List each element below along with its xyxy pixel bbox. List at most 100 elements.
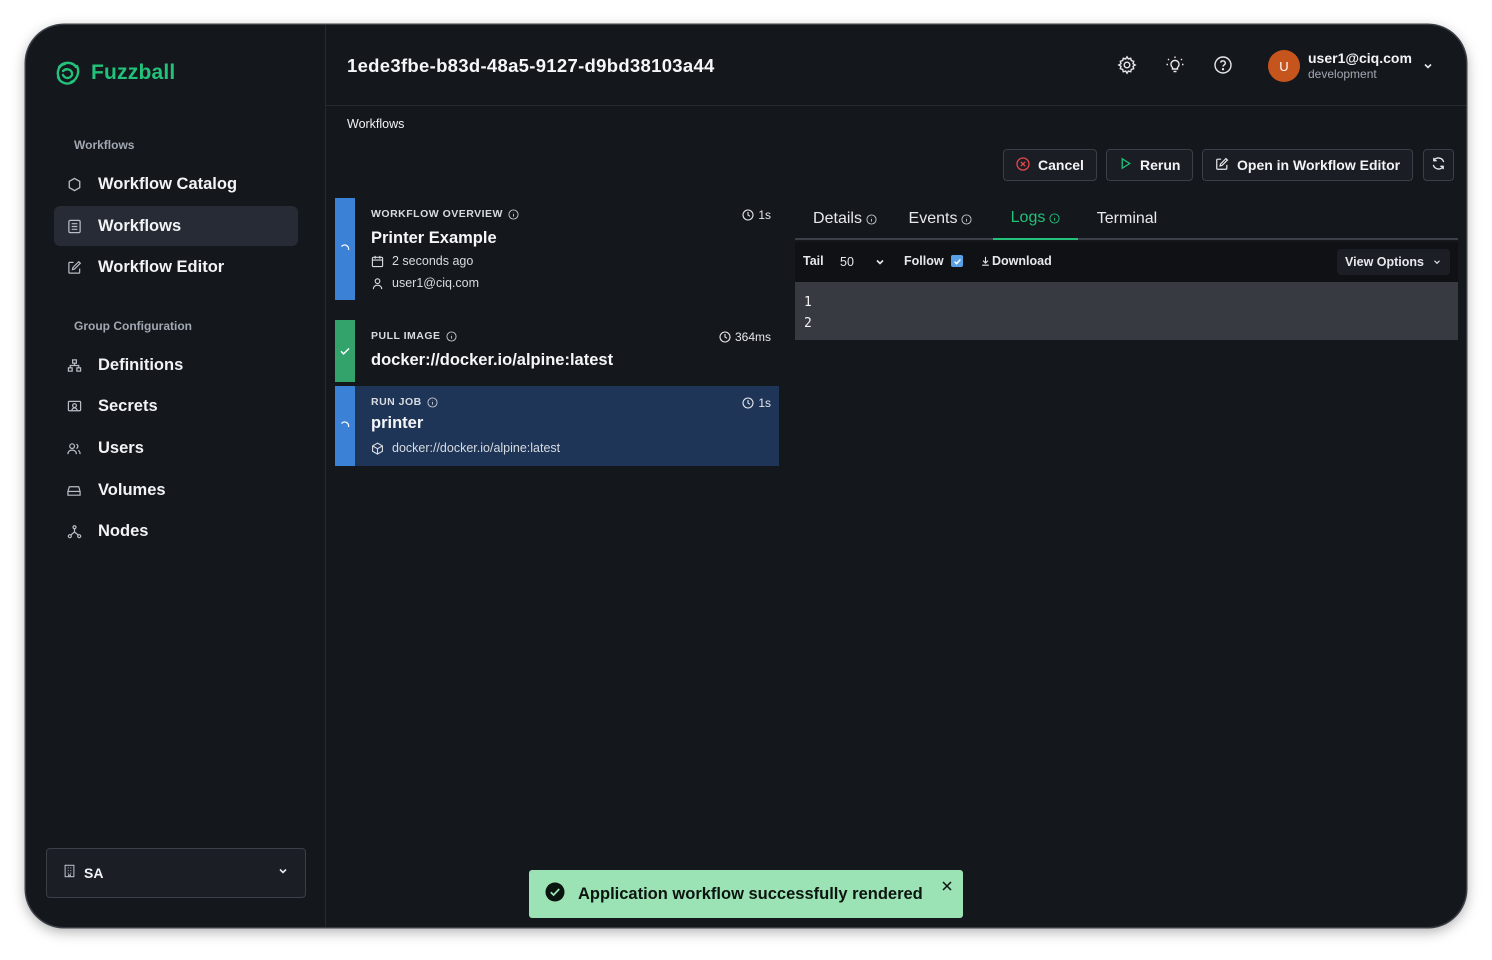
- step-image-text: docker://docker.io/alpine:latest: [392, 441, 561, 455]
- building-icon: [63, 864, 76, 883]
- sidebar: Fuzzball Workflows Workflow Catalog Work…: [26, 25, 326, 927]
- help-icon[interactable]: [1213, 55, 1233, 75]
- sidebar-item-secrets[interactable]: Secrets: [54, 386, 298, 426]
- status-bar-success: [335, 320, 355, 382]
- hexagon-icon: [66, 176, 82, 192]
- cancel-button[interactable]: Cancel: [1003, 149, 1097, 181]
- follow-label: Follow: [904, 254, 944, 268]
- step-title: printer: [371, 414, 424, 432]
- tail-select[interactable]: 50: [832, 249, 894, 275]
- chevron-down-icon: [277, 864, 289, 882]
- sidebar-item-workflows[interactable]: Workflows: [54, 206, 298, 246]
- sidebar-item-workflow-editor[interactable]: Workflow Editor: [54, 247, 298, 287]
- app-window: Fuzzball Workflows Workflow Catalog Work…: [26, 25, 1466, 927]
- top-header: 1ede3fbe-b83d-48a5-9127-d9bd38103a44 U u…: [326, 25, 1466, 106]
- tail-label: Tail: [803, 254, 824, 268]
- secret-icon: [66, 398, 82, 414]
- step-duration-text: 1s: [758, 208, 771, 222]
- check-icon: [340, 348, 350, 355]
- sidebar-item-workflow-catalog[interactable]: Workflow Catalog: [54, 164, 298, 204]
- clock-icon: [742, 209, 754, 221]
- sidebar-item-label: Users: [98, 438, 144, 457]
- spinner-icon: [340, 421, 350, 428]
- step-type-label: WORKFLOW OVERVIEW: [371, 208, 503, 220]
- step-card-run-job[interactable]: RUN JOB printer docker://docker.io/alpin…: [335, 386, 779, 466]
- step-title: docker://docker.io/alpine:latest: [371, 351, 614, 369]
- close-icon[interactable]: [941, 879, 953, 897]
- info-icon: [427, 396, 438, 408]
- sidebar-item-users[interactable]: Users: [54, 428, 298, 468]
- clock-icon: [742, 397, 754, 409]
- user-environment: development: [1308, 67, 1377, 81]
- user-icon: [372, 277, 383, 289]
- breadcrumb[interactable]: Workflows: [347, 117, 404, 131]
- app-logo[interactable]: Fuzzball: [53, 58, 175, 88]
- nav-heading-group-configuration: Group Configuration: [74, 319, 192, 333]
- sidebar-item-label: Definitions: [98, 355, 184, 374]
- package-icon: [372, 441, 383, 455]
- step-title: Printer Example: [371, 229, 497, 247]
- follow-checkbox[interactable]: [951, 255, 963, 267]
- refresh-icon: [1431, 156, 1446, 174]
- nodes-icon: [66, 523, 82, 539]
- drive-icon: [66, 482, 82, 498]
- log-output[interactable]: 1 2: [795, 282, 1458, 340]
- status-bar-running: [335, 386, 355, 466]
- sidebar-item-volumes[interactable]: Volumes: [54, 470, 298, 510]
- step-image: docker://docker.io/alpine:latest: [371, 441, 560, 455]
- step-type-label: PULL IMAGE: [371, 330, 441, 342]
- sidebar-item-definitions[interactable]: Definitions: [54, 345, 298, 385]
- step-duration: 1s: [742, 396, 771, 410]
- organization-select[interactable]: SA: [46, 848, 306, 898]
- list-icon: [66, 218, 82, 234]
- chevron-down-icon: [876, 259, 884, 265]
- sidebar-item-label: Workflow Editor: [98, 257, 225, 276]
- theme-icon[interactable]: [1165, 55, 1185, 75]
- avatar[interactable]: U: [1268, 50, 1300, 82]
- tab-details[interactable]: Details: [805, 198, 885, 240]
- status-bar-running: [335, 198, 355, 300]
- tab-label: Events: [908, 210, 958, 227]
- view-options-button[interactable]: View Options: [1337, 249, 1450, 275]
- chevron-down-icon[interactable]: [1422, 59, 1434, 77]
- download-button[interactable]: Download: [981, 254, 1052, 268]
- play-icon: [1119, 157, 1132, 173]
- page-title: 1ede3fbe-b83d-48a5-9127-d9bd38103a44: [347, 55, 715, 76]
- toast-message: Application workflow successfully render…: [578, 884, 923, 903]
- info-icon: [446, 330, 457, 342]
- tab-terminal[interactable]: Terminal: [1087, 198, 1167, 240]
- tab-events[interactable]: Events: [898, 198, 983, 240]
- open-in-workflow-editor-button[interactable]: Open in Workflow Editor: [1202, 149, 1414, 181]
- chevron-down-icon: [1434, 260, 1440, 265]
- edit-icon: [66, 259, 82, 275]
- info-icon: [961, 213, 972, 225]
- step-card-workflow-overview[interactable]: WORKFLOW OVERVIEW Printer Example 2 seco…: [335, 198, 779, 300]
- sidebar-item-label: Nodes: [98, 521, 149, 540]
- info-icon: [508, 208, 519, 220]
- edit-icon: [1215, 157, 1229, 174]
- step-card-pull-image[interactable]: PULL IMAGE docker://docker.io/alpine:lat…: [335, 320, 779, 382]
- tab-logs[interactable]: Logs: [993, 198, 1078, 240]
- check-icon: [953, 258, 961, 265]
- open-editor-button-label: Open in Workflow Editor: [1237, 157, 1401, 173]
- log-line: 2: [804, 316, 812, 331]
- info-icon: [1049, 212, 1060, 224]
- log-toolbar: Tail 50 Follow Download View Options: [795, 242, 1458, 282]
- hierarchy-icon: [66, 357, 82, 373]
- sidebar-item-nodes[interactable]: Nodes: [54, 511, 298, 551]
- rerun-button[interactable]: Rerun: [1106, 149, 1194, 181]
- step-created: 2 seconds ago: [371, 254, 473, 268]
- check-circle-icon: [545, 882, 565, 907]
- tab-label: Logs: [1010, 209, 1046, 226]
- organization-select-value: SA: [84, 865, 104, 881]
- step-type: WORKFLOW OVERVIEW: [371, 208, 519, 220]
- refresh-button[interactable]: [1423, 149, 1454, 181]
- sidebar-item-label: Workflow Catalog: [98, 174, 238, 193]
- cancel-circle-icon: [1016, 156, 1030, 174]
- tab-label: Details: [813, 210, 862, 227]
- step-duration-text: 1s: [758, 396, 771, 410]
- tail-select-value: 50: [840, 255, 854, 269]
- settings-icon[interactable]: [1117, 55, 1137, 75]
- step-user-text: user1@ciq.com: [392, 276, 480, 290]
- users-icon: [66, 440, 82, 456]
